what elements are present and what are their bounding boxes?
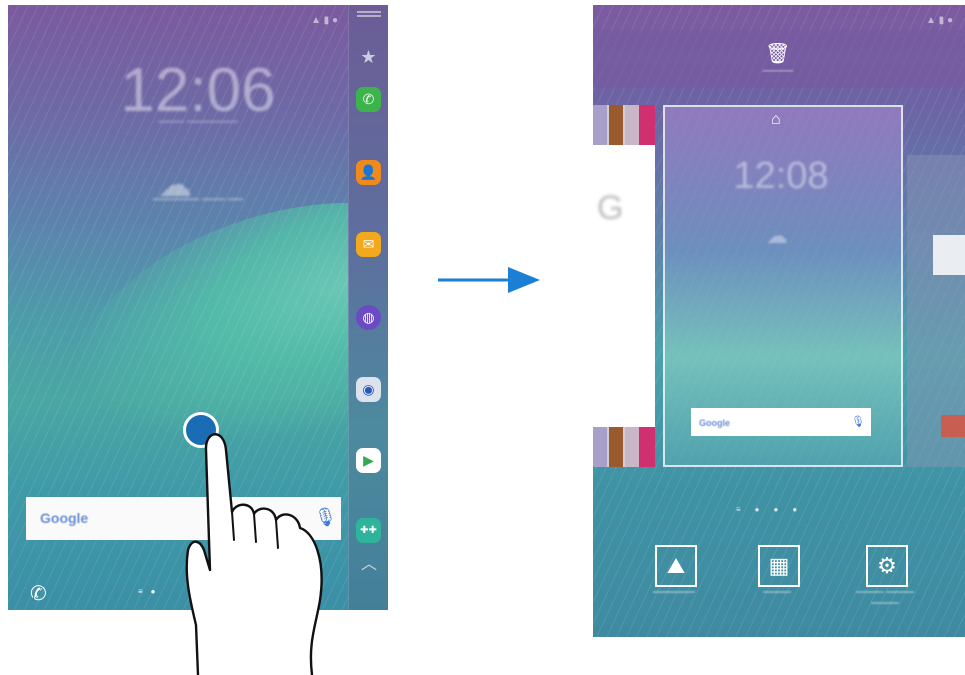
remove-label: ▔▔▔▔▔ (762, 71, 794, 80)
email-app-icon[interactable]: ✉ (356, 232, 381, 257)
google-logo: Google (699, 418, 730, 428)
weather-icon: ☁ (158, 166, 192, 204)
weather-icon: ☁ (766, 223, 788, 248)
trash-icon[interactable]: 🗑 (765, 41, 790, 66)
wallpapers-label: ▔▔▔▔▔▔ (653, 592, 695, 602)
preview-stripe (609, 105, 623, 145)
clock-widget: 12:08 (733, 155, 829, 197)
apps-folder-icon[interactable]: ✚✚ (356, 518, 381, 543)
phone-icon[interactable]: ✆ (30, 581, 47, 606)
preview-text: G (597, 189, 624, 227)
clock-widget: 12:06 (120, 56, 276, 125)
contacts-app-icon[interactable]: 👤 (356, 160, 381, 185)
widgets-icon[interactable]: ▦ (758, 545, 800, 587)
status-bar: ▲ ▮ ● (926, 15, 953, 26)
preview-stripe (639, 105, 655, 145)
weather-text: ▔▔▔▔▔▔ ▔▔▔ ▔▔ (152, 200, 244, 211)
preview-stripe (625, 427, 639, 467)
home-screen-edit-mode: ▲ ▮ ● 🗑 ▔▔▔▔▔ G ⌂ 12:08 ☁ Google 🎙 ≡●●● … (593, 5, 965, 637)
preview-content (593, 145, 655, 427)
preview-stripe (639, 427, 655, 467)
internet-app-icon[interactable]: ◍ (356, 305, 381, 330)
page-indicator: ≡●●● (736, 505, 812, 514)
home-icon[interactable]: ⌂ (771, 111, 781, 129)
play-store-app-icon[interactable]: ▶ (356, 448, 381, 473)
status-bar: ▲ ▮ ● (311, 15, 338, 26)
preview-stripe (625, 105, 639, 145)
preview-stripe (609, 427, 623, 467)
mic-icon: 🎙 (851, 416, 865, 428)
home-screen-settings-label: ▔▔▔▔ ▔▔▔▔ ▔▔▔▔ (856, 592, 914, 613)
preview-stripe (593, 105, 607, 145)
phone-app-icon[interactable]: ✆ (356, 87, 381, 112)
edge-handle-icon[interactable] (357, 11, 381, 13)
camera-app-icon[interactable]: ◉ (356, 377, 381, 402)
finger-gesture-icon (185, 433, 323, 675)
transition-arrow-icon (438, 267, 540, 293)
preview-stripe (593, 427, 607, 467)
preview-app-icon (941, 415, 965, 437)
page-indicator: ≡● (138, 587, 164, 596)
settings-gear-icon[interactable]: ⚙ (866, 545, 908, 587)
preview-widget (933, 235, 965, 275)
widgets-label: ▔▔▔▔ (763, 592, 791, 602)
wallpapers-icon[interactable]: ⛰ (655, 545, 697, 587)
date-text: ▔▔▔ ▔▔▔▔▔▔ (158, 122, 238, 134)
page-preview-left[interactable]: G (593, 105, 655, 467)
star-icon[interactable]: ★ (356, 45, 381, 70)
google-logo: Google (40, 510, 89, 526)
chevron-up-icon[interactable]: ︿ (361, 550, 377, 574)
